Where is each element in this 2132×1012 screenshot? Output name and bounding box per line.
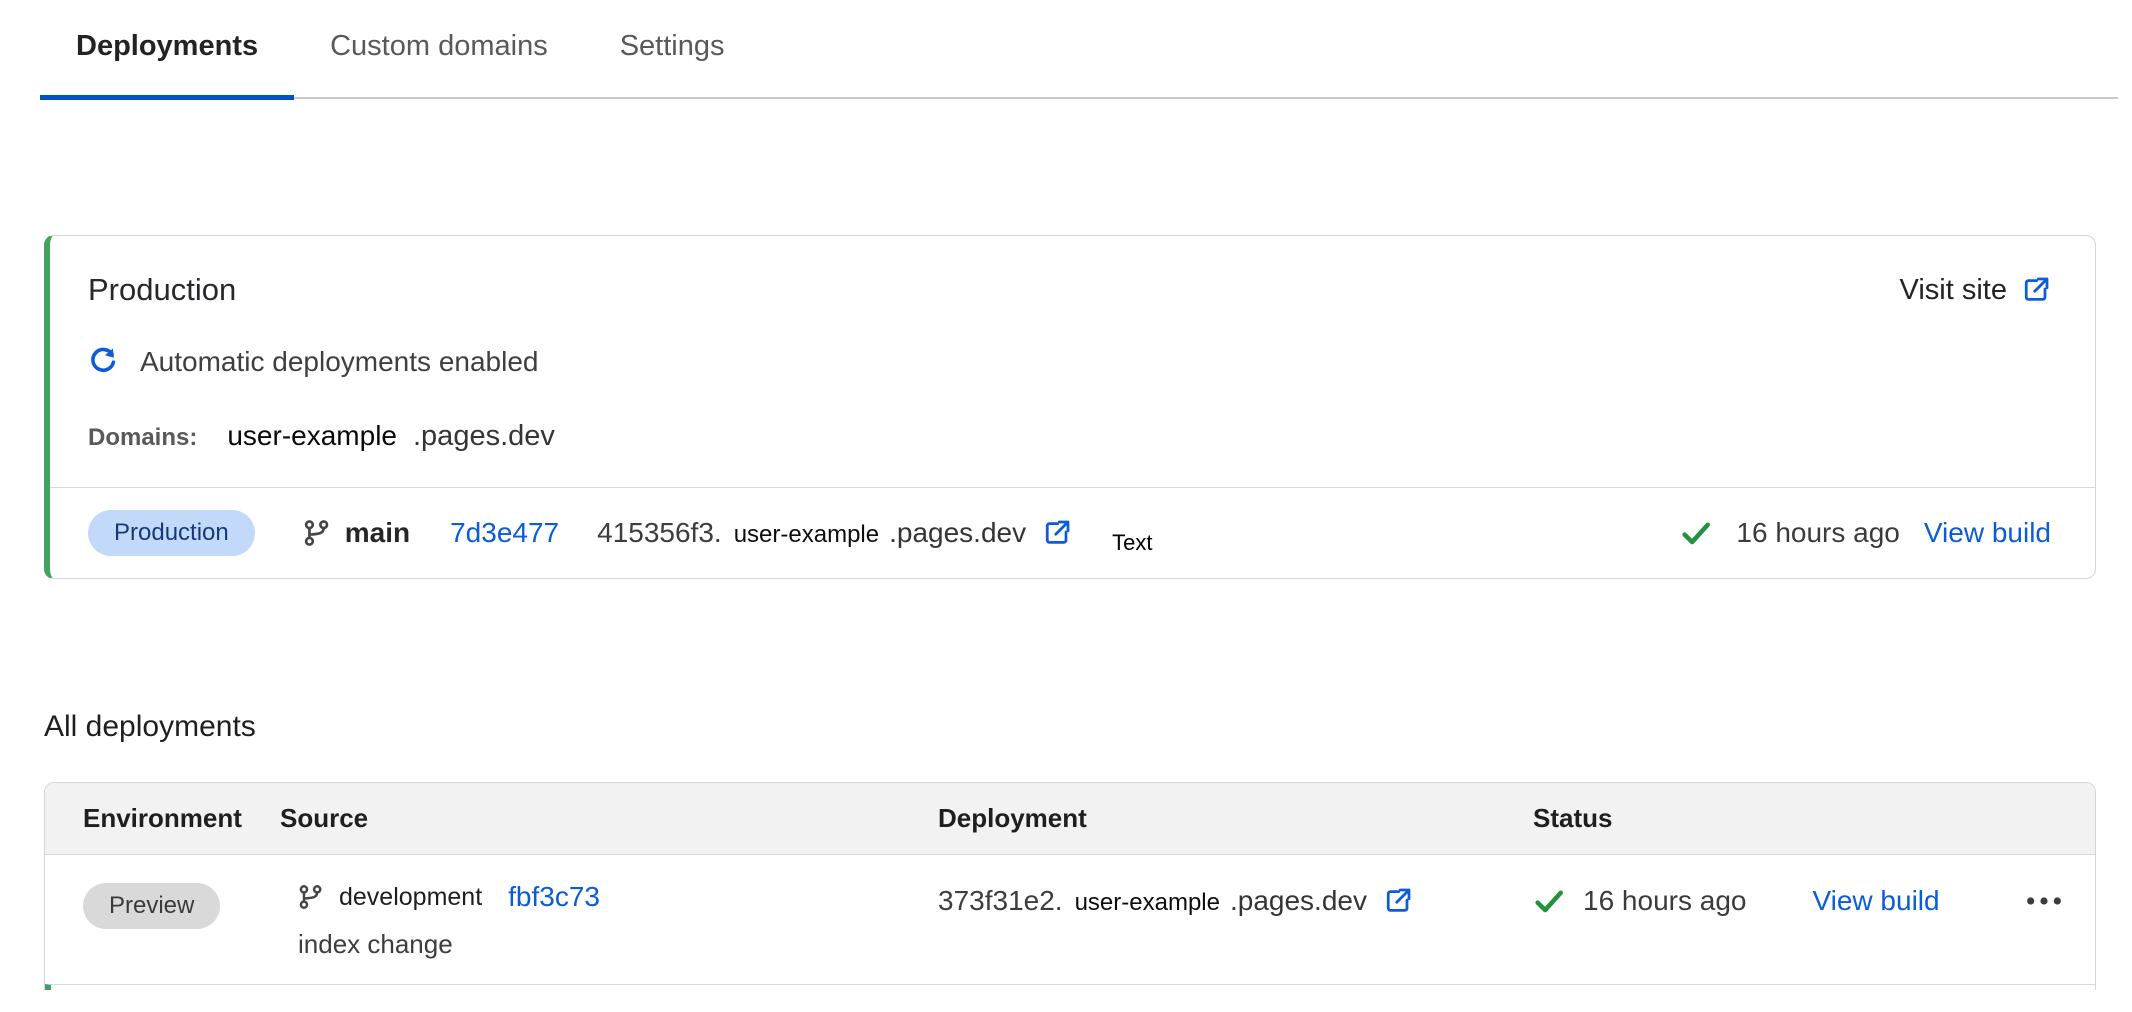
row-deployment-cell: 373f31e2. user-example .pages.dev	[938, 885, 1533, 917]
column-header-environment: Environment	[83, 803, 280, 834]
visit-site-label: Visit site	[1900, 274, 2007, 307]
table-header-row: Environment Source Deployment Status	[45, 783, 2095, 855]
row-status-cell: 16 hours ago View build	[1533, 885, 2095, 917]
refresh-icon	[88, 347, 118, 377]
git-branch-icon	[298, 883, 323, 911]
row-deployment-url-name: user-example	[1075, 889, 1220, 917]
deployment-url-prefix: 415356f3.	[597, 517, 722, 549]
visit-site-link[interactable]: Visit site	[1900, 274, 2051, 307]
row-menu-button[interactable]	[2023, 895, 2065, 907]
external-link-icon	[2021, 275, 2051, 305]
column-header-deployment: Deployment	[938, 803, 1533, 834]
view-build-link[interactable]: View build	[1924, 517, 2051, 549]
tab-bar: Deployments Custom domains Settings	[40, 0, 2118, 99]
row-environment-cell: Preview	[83, 881, 280, 960]
deployment-url-name: user-example	[734, 521, 879, 549]
deployment-status-group: 16 hours ago View build	[1680, 517, 2051, 549]
deploy-time: 16 hours ago	[1736, 517, 1899, 549]
row-open-deployment-icon[interactable]	[1383, 886, 1413, 916]
row-deploy-time: 16 hours ago	[1583, 885, 1746, 917]
branch-name: main	[345, 517, 410, 549]
tab-deployments[interactable]: Deployments	[40, 0, 294, 97]
row-view-build-link[interactable]: View build	[1812, 885, 1939, 917]
production-card-title: Production	[88, 272, 236, 308]
all-deployments-heading: All deployments	[44, 710, 2132, 744]
row-deployment-url: 373f31e2. user-example .pages.dev	[938, 885, 1367, 917]
deployment-url: 415356f3. user-example .pages.dev	[597, 517, 1026, 549]
auto-deployments-row: Automatic deployments enabled	[88, 346, 2095, 378]
pages-project-screen: Deployments Custom domains Settings Prod…	[0, 0, 2132, 990]
tab-custom-domains[interactable]: Custom domains	[294, 0, 584, 97]
production-card: Production Visit site Automa	[44, 235, 2096, 579]
domain-name: user-example	[227, 420, 397, 452]
tab-settings[interactable]: Settings	[584, 0, 761, 97]
git-branch-icon	[303, 518, 330, 548]
table-row: Preview development fbf3c73	[45, 855, 2095, 984]
auto-deployments-text: Automatic deployments enabled	[140, 346, 538, 378]
row-commit-link[interactable]: fbf3c73	[508, 881, 600, 913]
environment-badge: Production	[88, 510, 255, 556]
production-card-header: Production Visit site	[50, 236, 2095, 308]
deployments-table: Environment Source Deployment Status Pre…	[44, 782, 2096, 990]
row-deployment-url-prefix: 373f31e2.	[938, 885, 1063, 917]
row-status-check-icon	[1533, 885, 1565, 917]
row-branch-name: development	[339, 883, 482, 912]
row-environment-badge: Preview	[83, 883, 220, 929]
domains-label: Domains:	[88, 424, 197, 452]
commit-link[interactable]: 7d3e477	[450, 517, 559, 549]
deployment-url-suffix: .pages.dev	[889, 517, 1026, 549]
ellipsis-icon	[2023, 895, 2065, 907]
domain-suffix: .pages.dev	[413, 420, 555, 453]
note-text: Text	[1112, 530, 1152, 556]
status-check-icon	[1680, 517, 1712, 549]
row-source-cell: development fbf3c73 index change	[280, 881, 938, 960]
domains-row: Domains: user-example .pages.dev	[88, 420, 2095, 453]
source-branch-group: main	[303, 517, 410, 549]
production-deployment-row: Production main 7d3e477 415356f3. user-e…	[50, 488, 2095, 578]
row-deployment-url-suffix: .pages.dev	[1230, 885, 1367, 917]
column-header-status: Status	[1533, 803, 2095, 834]
column-header-source: Source	[280, 803, 938, 834]
commit-message: index change	[298, 929, 938, 960]
open-deployment-icon[interactable]	[1042, 518, 1072, 548]
next-row-edge	[45, 984, 2095, 990]
